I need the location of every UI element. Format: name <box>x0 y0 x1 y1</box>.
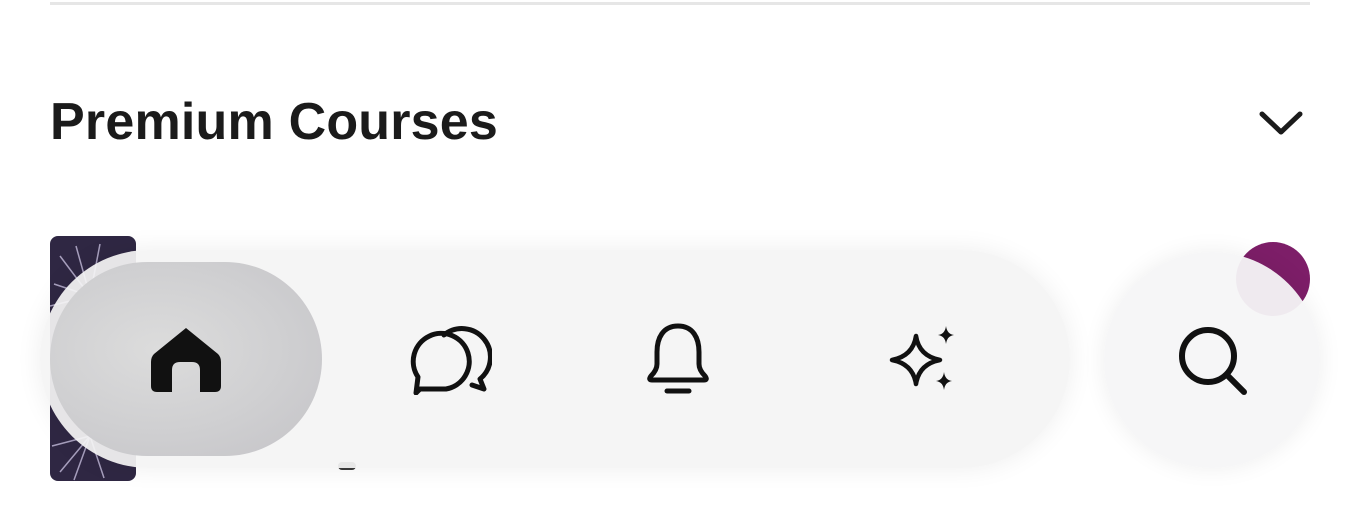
premium-courses-header[interactable]: Premium Courses <box>50 86 1310 158</box>
tab-ai[interactable] <box>800 250 1045 468</box>
divider <box>50 2 1310 5</box>
section-title: Premium Courses <box>50 93 499 151</box>
bell-icon <box>643 322 713 396</box>
tab-notifications[interactable] <box>555 250 800 468</box>
tab-messages[interactable] <box>320 250 580 468</box>
sparkles-icon <box>888 324 958 394</box>
search-button[interactable] <box>1104 252 1320 468</box>
home-icon <box>148 324 224 394</box>
app-screen: Premium Courses <box>0 0 1368 514</box>
tab-home[interactable] <box>50 262 322 456</box>
search-icon <box>1174 322 1250 398</box>
chat-bubbles-icon <box>408 323 492 395</box>
chevron-down-icon[interactable] <box>1256 98 1306 148</box>
bottom-tab-bar <box>40 250 1070 468</box>
